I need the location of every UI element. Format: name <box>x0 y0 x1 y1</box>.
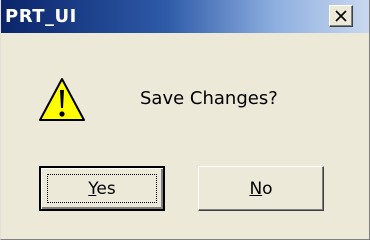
warning-icon <box>39 78 85 121</box>
yes-button[interactable]: Yes <box>39 166 165 211</box>
window-title: PRT_UI <box>5 6 77 27</box>
yes-button-label: Yes <box>88 178 116 199</box>
close-button[interactable] <box>329 5 353 27</box>
message-dialog: PRT_UI Save Changes? Yes No <box>0 0 370 240</box>
close-icon <box>335 10 347 22</box>
title-bar[interactable]: PRT_UI <box>1 0 369 33</box>
dialog-message: Save Changes? <box>140 88 278 109</box>
no-button[interactable]: No <box>198 166 324 211</box>
no-button-label: No <box>249 178 273 199</box>
